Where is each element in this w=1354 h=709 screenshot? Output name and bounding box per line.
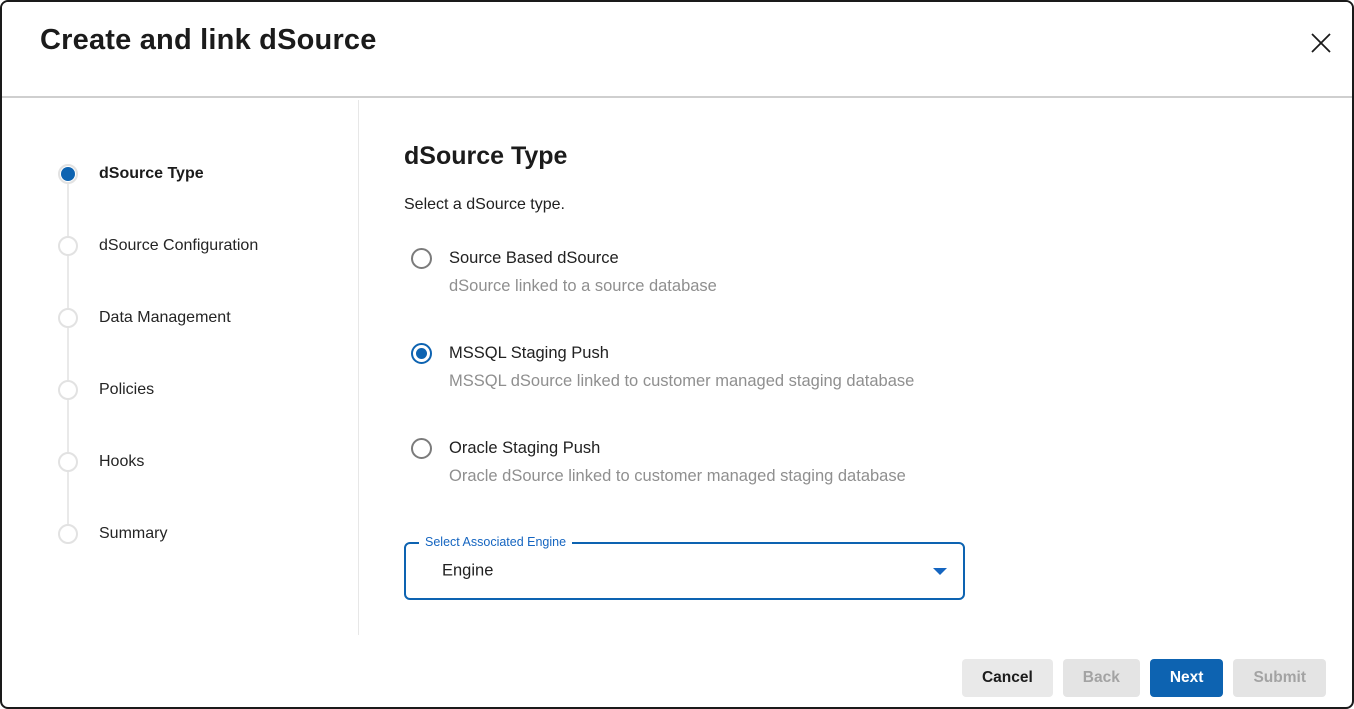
dialog-title: Create and link dSource	[40, 24, 377, 57]
stepper-step-policies[interactable]: Policies	[2, 380, 332, 400]
close-icon	[1308, 30, 1334, 59]
radio-unselected-icon[interactable]	[411, 438, 432, 459]
dialog-footer: Cancel Back Next Submit	[962, 659, 1326, 697]
close-button[interactable]	[1307, 30, 1335, 58]
radio-option-description: MSSQL dSource linked to customer managed…	[449, 372, 914, 391]
chevron-down-icon	[933, 568, 947, 575]
step-label: Policies	[99, 381, 154, 399]
radio-unselected-icon[interactable]	[411, 248, 432, 269]
radio-option-label: Source Based dSource	[449, 248, 619, 269]
stepper-connector-line	[67, 176, 69, 536]
radio-selected-icon[interactable]	[411, 343, 432, 364]
step-indicator-dot	[58, 452, 78, 472]
page-subtitle: Select a dSource type.	[404, 196, 565, 214]
step-label: Summary	[99, 525, 167, 543]
step-label: Data Management	[99, 309, 231, 327]
radio-option-description: dSource linked to a source database	[449, 277, 717, 296]
sidebar-content-divider	[358, 100, 359, 635]
wizard-stepper-sidebar: dSource Type dSource Configuration Data …	[2, 100, 358, 707]
radio-option-label: Oracle Staging Push	[449, 438, 600, 459]
submit-button[interactable]: Submit	[1233, 659, 1326, 697]
stepper-step-data-management[interactable]: Data Management	[2, 308, 332, 328]
step-indicator-dot	[58, 236, 78, 256]
engine-select[interactable]: Select Associated Engine Engine	[404, 542, 965, 600]
stepper-step-summary[interactable]: Summary	[2, 524, 332, 544]
page-title: dSource Type	[404, 142, 567, 171]
create-dsource-dialog: Create and link dSource dSource Type dSo…	[0, 0, 1354, 709]
step-indicator-dot	[58, 524, 78, 544]
step-label: dSource Configuration	[99, 237, 258, 255]
dialog-header: Create and link dSource	[2, 2, 1352, 98]
stepper-step-dsource-type[interactable]: dSource Type	[2, 164, 332, 184]
step-indicator-dot	[58, 308, 78, 328]
radio-option-description: Oracle dSource linked to customer manage…	[449, 467, 906, 486]
engine-select-label: Select Associated Engine	[419, 535, 572, 549]
radio-option-label: MSSQL Staging Push	[449, 343, 609, 364]
step-label: Hooks	[99, 453, 144, 471]
engine-select-value: Engine	[442, 562, 493, 581]
step-label: dSource Type	[99, 165, 204, 183]
stepper-step-dsource-configuration[interactable]: dSource Configuration	[2, 236, 332, 256]
back-button[interactable]: Back	[1063, 659, 1140, 697]
step-indicator-dot	[58, 380, 78, 400]
step-indicator-dot	[58, 164, 78, 184]
stepper-step-hooks[interactable]: Hooks	[2, 452, 332, 472]
next-button[interactable]: Next	[1150, 659, 1224, 697]
step-content-panel: dSource Type Select a dSource type. Sour…	[404, 100, 1352, 707]
cancel-button[interactable]: Cancel	[962, 659, 1053, 697]
